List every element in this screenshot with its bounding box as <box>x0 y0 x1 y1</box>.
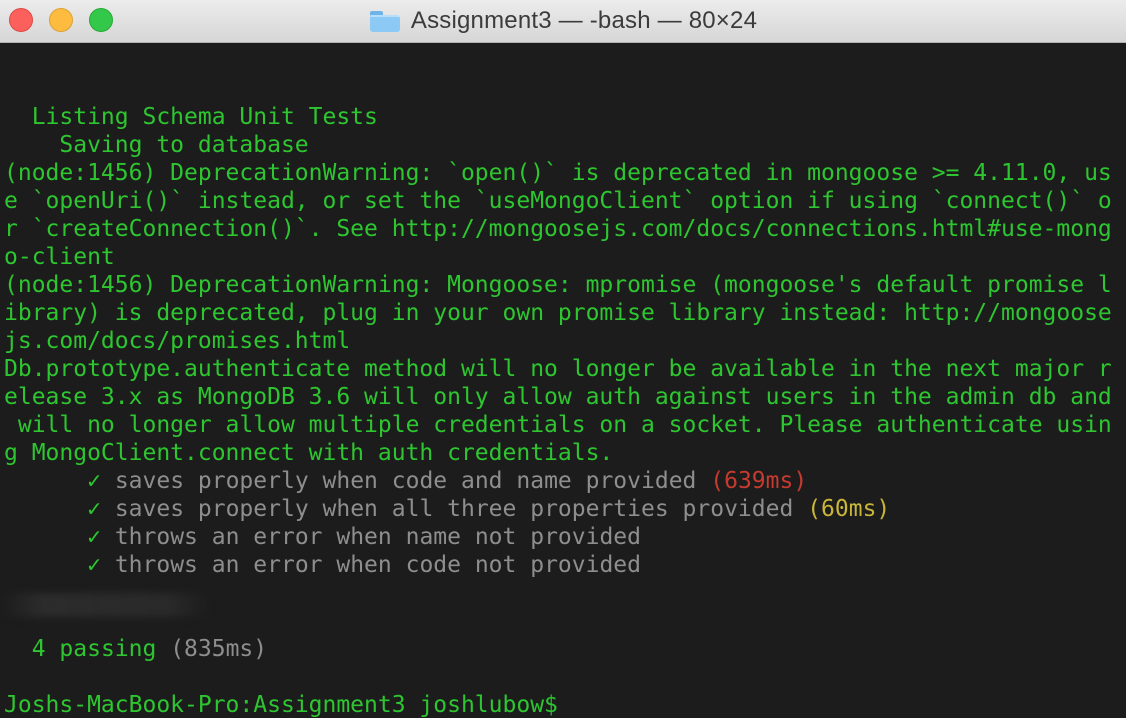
test-name: throws an error when name not provided <box>114 524 642 550</box>
title-bar[interactable]: Assignment3 — -bash — 80×24 <box>0 0 1126 43</box>
output-line: (node:1456) DeprecationWarning: Mongoose… <box>4 272 1112 298</box>
test-duration: (639ms) <box>710 468 808 494</box>
output-line: r `createConnection()`. See http://mongo… <box>4 216 1112 242</box>
output-line: (node:1456) DeprecationWarning: `open()`… <box>4 160 1112 186</box>
terminal-content[interactable]: Listing Schema Unit Tests Saving to data… <box>0 43 1126 718</box>
shell-prompt-line[interactable]: Joshs-MacBook-Pro:Assignment3 joshlubow$ <box>4 691 572 718</box>
test-name: saves properly when all three properties… <box>114 496 794 522</box>
output-line: js.com/docs/promises.html <box>4 328 351 354</box>
test-duration: (60ms) <box>807 496 891 522</box>
output-line: o-client <box>4 244 115 270</box>
test-result-row: ✓ throws an error when code not provided <box>4 551 641 579</box>
window-title-group: Assignment3 — -bash — 80×24 <box>0 0 1126 42</box>
window-title: Assignment3 — -bash — 80×24 <box>410 7 758 34</box>
test-name: saves properly when code and name provid… <box>114 468 697 494</box>
test-name: throws an error when code not provided <box>114 552 642 578</box>
output-line: ibrary) is deprecated, plug in your own … <box>4 300 1112 326</box>
checkmark-icon: ✓ <box>87 468 101 494</box>
summary-line: 4 passing (835ms) <box>4 635 267 663</box>
output-line: g MongoClient.connect with auth credenti… <box>4 440 614 466</box>
text-cursor <box>558 692 572 716</box>
checkmark-icon: ✓ <box>87 552 101 578</box>
test-result-row: ✓ saves properly when code and name prov… <box>4 467 807 495</box>
test-result-row: ✓ saves properly when all three properti… <box>4 495 890 523</box>
total-duration: (835ms) <box>170 636 268 662</box>
output-line: Saving to database <box>4 132 309 158</box>
output-line: e `openUri()` instead, or set the `useMo… <box>4 188 1112 214</box>
passing-count: 4 passing <box>31 636 157 662</box>
redacted-blur <box>0 593 210 617</box>
output-line: Listing Schema Unit Tests <box>4 104 378 130</box>
folder-icon <box>369 9 401 33</box>
output-line: elease 3.x as MongoDB 3.6 will only allo… <box>4 384 1112 410</box>
test-result-row: ✓ throws an error when name not provided <box>4 523 641 551</box>
checkmark-icon: ✓ <box>87 496 101 522</box>
output-line: Db.prototype.authenticate method will no… <box>4 356 1112 382</box>
shell-prompt: Joshs-MacBook-Pro:Assignment3 joshlubow$ <box>4 692 558 718</box>
terminal-window: Assignment3 — -bash — 80×24 Listing Sche… <box>0 0 1126 718</box>
output-line: will no longer allow multiple credential… <box>4 412 1112 438</box>
checkmark-icon: ✓ <box>87 524 101 550</box>
